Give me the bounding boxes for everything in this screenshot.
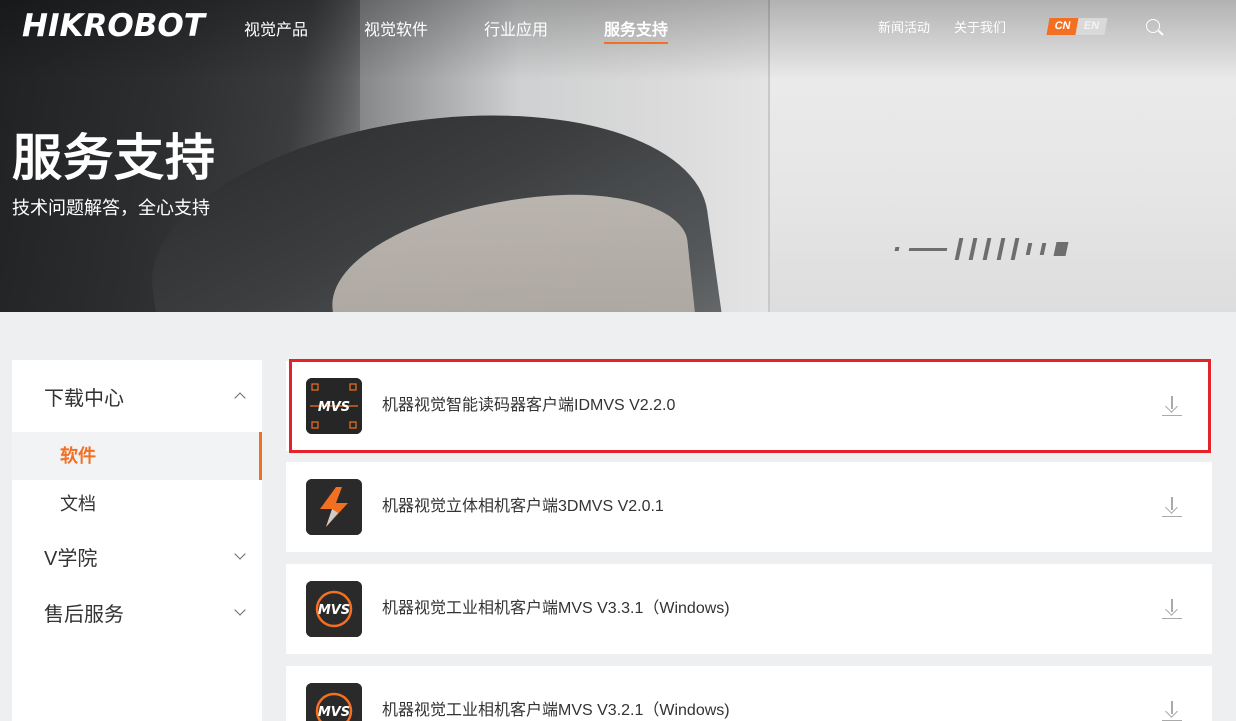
nav-vision-products[interactable]: 视觉产品 <box>244 16 308 40</box>
download-icon[interactable] <box>1162 497 1182 517</box>
search-icon[interactable] <box>1146 18 1161 33</box>
sidebar-group-download-center[interactable]: 下载中心 <box>12 360 262 432</box>
download-item-name[interactable]: 机器视觉智能读码器客户端IDMVS V2.2.0 <box>382 361 675 451</box>
svg-text:MVS: MVS <box>318 400 350 415</box>
download-icon[interactable] <box>1162 396 1182 416</box>
nav-industry-applications[interactable]: 行业应用 <box>484 16 548 40</box>
download-item-name[interactable]: 机器视觉立体相机客户端3DMVS V2.0.1 <box>382 462 664 552</box>
sidebar-group-after-sales[interactable]: 售后服务 <box>12 584 262 640</box>
nav-service-support[interactable]: 服务支持 <box>604 16 669 44</box>
page-subtitle: 技术问题解答，全心支持 <box>12 198 210 218</box>
logo[interactable]: HIKROBOT <box>22 8 205 44</box>
sidebar: 下载中心 软件 文档 V学院 售后服务 <box>12 360 262 721</box>
hero-device-marks <box>894 238 1069 260</box>
hero-banner: HIKROBOT 视觉产品 视觉软件 行业应用 服务支持 新闻活动 关于我们 C… <box>0 0 1236 312</box>
download-item-name[interactable]: 机器视觉工业相机客户端MVS V3.3.1（Windows) <box>382 564 730 654</box>
sidebar-item-documents[interactable]: 文档 <box>12 480 262 528</box>
mvs-icon: MVS <box>306 683 362 721</box>
nav-vision-software[interactable]: 视觉软件 <box>364 16 428 40</box>
header-right: 新闻活动 关于我们 CN EN <box>878 17 1161 36</box>
chevron-down-icon <box>234 604 246 616</box>
svg-text:MVS: MVS <box>318 705 350 720</box>
sidebar-group-label: V学院 <box>44 547 98 570</box>
sidebar-item-software[interactable]: 软件 <box>12 432 262 480</box>
3dmvs-icon <box>306 479 362 535</box>
chevron-down-icon <box>234 548 246 560</box>
sidebar-group-label: 售后服务 <box>44 603 124 626</box>
download-item[interactable]: MVS 机器视觉工业相机客户端MVS V3.3.1（Windows) <box>286 564 1212 654</box>
download-item[interactable]: MVS 机器视觉工业相机客户端MVS V3.2.1（Windows) <box>286 666 1212 721</box>
sidebar-group-label: 下载中心 <box>44 387 124 410</box>
sidebar-group-v-academy[interactable]: V学院 <box>12 528 262 584</box>
download-icon[interactable] <box>1162 701 1182 721</box>
download-item[interactable]: 机器视觉立体相机客户端3DMVS V2.0.1 <box>286 462 1212 552</box>
page-title: 服务支持 <box>12 130 216 186</box>
nav-news[interactable]: 新闻活动 <box>878 17 930 36</box>
download-icon[interactable] <box>1162 599 1182 619</box>
download-item[interactable]: MVS 机器视觉智能读码器客户端IDMVS V2.2.0 <box>286 361 1212 451</box>
svg-text:MVS: MVS <box>318 603 350 618</box>
idmvs-icon: MVS <box>306 378 362 434</box>
chevron-up-icon <box>234 392 246 404</box>
lang-cn[interactable]: CN <box>1046 18 1079 35</box>
language-switch[interactable]: CN EN <box>1046 18 1108 35</box>
main-nav: 视觉产品 视觉软件 行业应用 服务支持 <box>244 16 724 44</box>
nav-about[interactable]: 关于我们 <box>954 17 1006 36</box>
download-item-name[interactable]: 机器视觉工业相机客户端MVS V3.2.1（Windows) <box>382 666 730 721</box>
mvs-icon: MVS <box>306 581 362 637</box>
lang-en[interactable]: EN <box>1075 18 1108 35</box>
